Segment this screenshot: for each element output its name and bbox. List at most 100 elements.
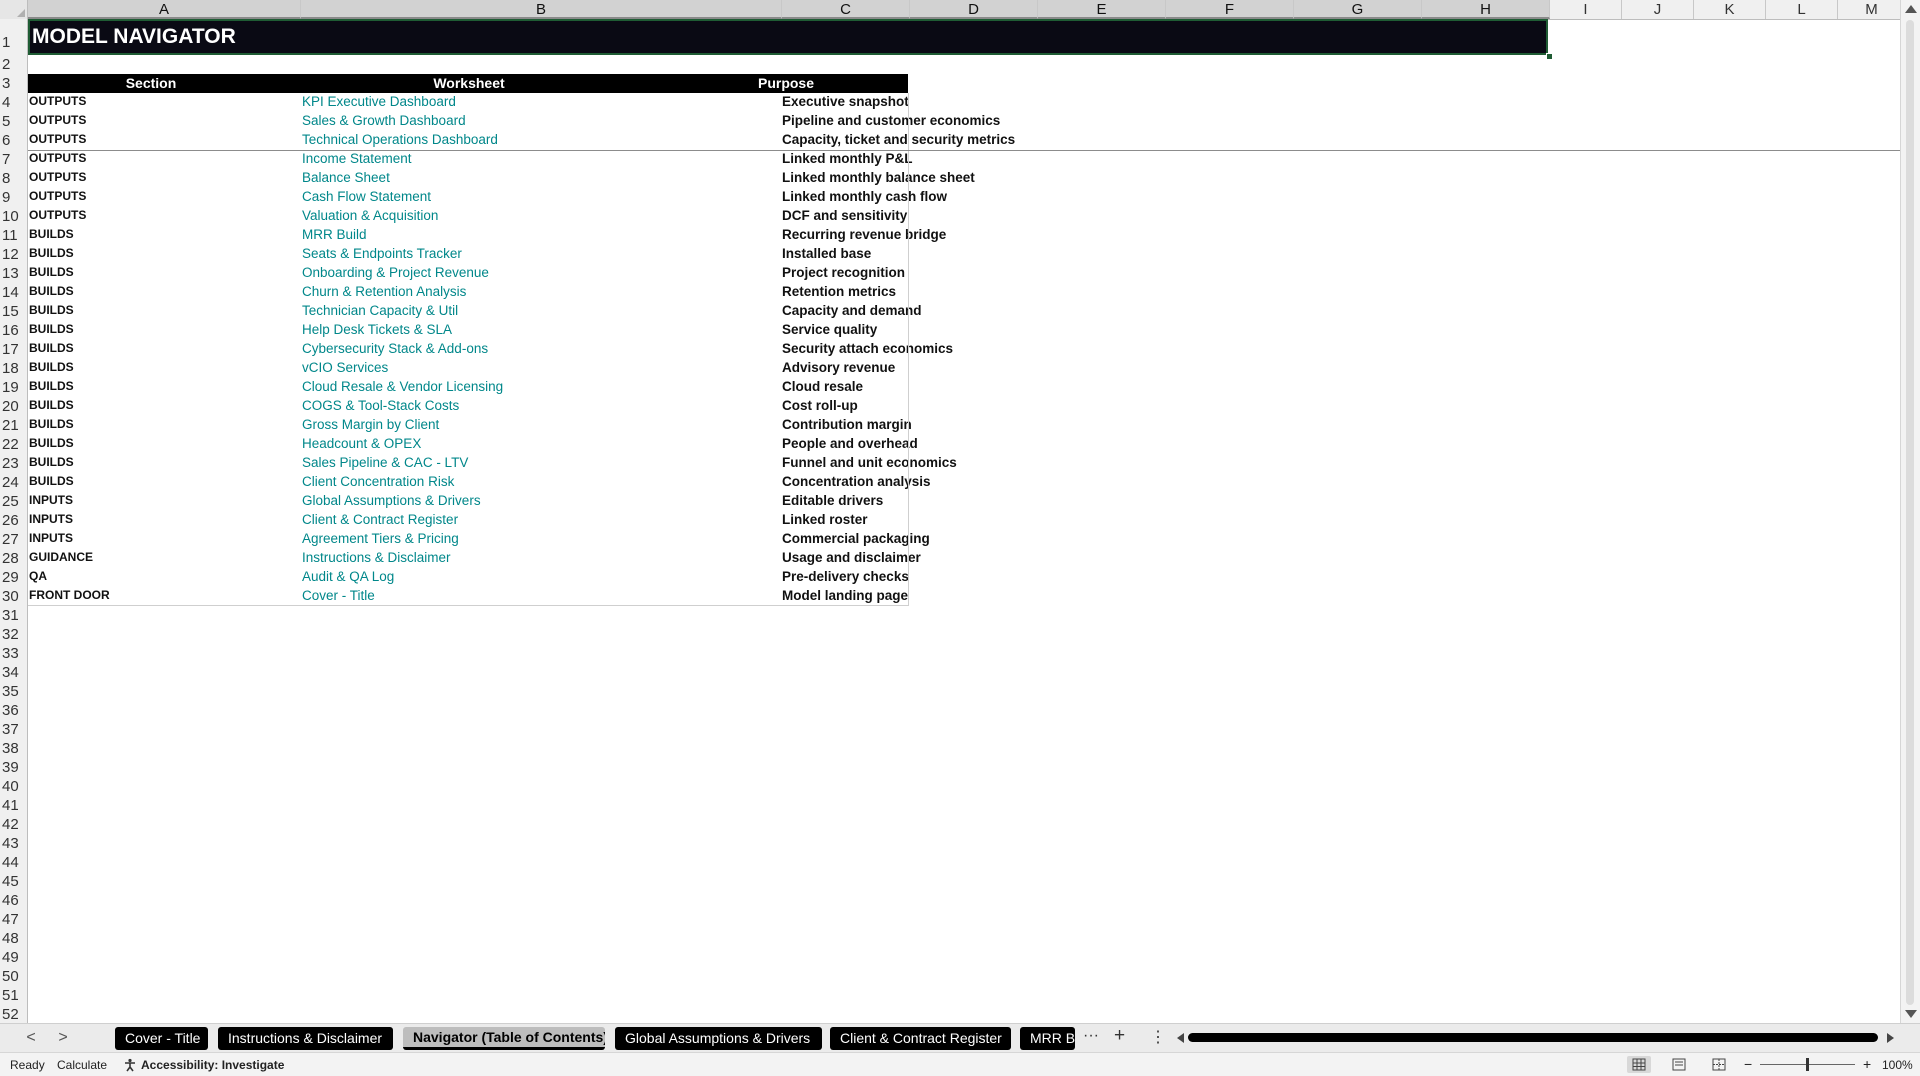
row-header-31[interactable]: 31	[0, 606, 27, 625]
row-header-12[interactable]: 12	[0, 245, 27, 264]
row-header-49[interactable]: 49	[0, 948, 27, 967]
worksheet-grid[interactable]: MODEL NAVIGATOR Section Worksheet Purpos…	[28, 19, 1900, 1023]
normal-view-icon[interactable]	[1627, 1056, 1651, 1073]
column-header-h[interactable]: H	[1422, 0, 1550, 19]
page-title[interactable]: MODEL NAVIGATOR	[28, 19, 1548, 55]
row-header-37[interactable]: 37	[0, 720, 27, 739]
vertical-scroll-thumb[interactable]	[1906, 20, 1914, 1005]
scroll-down-icon[interactable]	[1905, 1010, 1917, 1018]
worksheet-link[interactable]: Sales Pipeline & CAC - LTV	[302, 454, 468, 473]
worksheet-link[interactable]: Cloud Resale & Vendor Licensing	[302, 378, 503, 397]
row-header-2[interactable]: 2	[0, 55, 27, 74]
column-header-g[interactable]: G	[1294, 0, 1422, 19]
sheet-tab-client-register[interactable]: Client & Contract Register	[830, 1027, 1011, 1050]
row-header-22[interactable]: 22	[0, 435, 27, 454]
vertical-scrollbar[interactable]	[1900, 0, 1920, 1023]
sheet-tab-mrr-build[interactable]: MRR Bu	[1020, 1027, 1075, 1050]
worksheet-link[interactable]: Valuation & Acquisition	[302, 207, 438, 226]
worksheet-link[interactable]: Client Concentration Risk	[302, 473, 454, 492]
row-header-9[interactable]: 9	[0, 188, 27, 207]
worksheet-link[interactable]: Headcount & OPEX	[302, 435, 421, 454]
zoom-slider-thumb[interactable]	[1806, 1058, 1809, 1071]
sheet-tab-navigator[interactable]: Navigator (Table of Contents)	[403, 1027, 605, 1050]
worksheet-link[interactable]: Cybersecurity Stack & Add-ons	[302, 340, 488, 359]
row-header-35[interactable]: 35	[0, 682, 27, 701]
column-header-f[interactable]: F	[1166, 0, 1294, 19]
worksheet-link[interactable]: Churn & Retention Analysis	[302, 283, 466, 302]
row-header-41[interactable]: 41	[0, 796, 27, 815]
row-header-17[interactable]: 17	[0, 340, 27, 359]
worksheet-link[interactable]: Audit & QA Log	[302, 568, 394, 587]
row-header-26[interactable]: 26	[0, 511, 27, 530]
scroll-left-icon[interactable]	[1177, 1033, 1184, 1043]
row-header-11[interactable]: 11	[0, 226, 27, 245]
more-tabs-icon[interactable]: ···	[1083, 1027, 1099, 1045]
column-header-a[interactable]: A	[28, 0, 301, 19]
add-sheet-icon[interactable]: +	[1114, 1025, 1125, 1047]
row-header-43[interactable]: 43	[0, 834, 27, 853]
worksheet-link[interactable]: Client & Contract Register	[302, 511, 458, 530]
row-header-3[interactable]: 3	[0, 74, 27, 93]
worksheet-link[interactable]: Gross Margin by Client	[302, 416, 439, 435]
zoom-in-button[interactable]: +	[1863, 1056, 1871, 1072]
row-header-18[interactable]: 18	[0, 359, 27, 378]
select-all-corner[interactable]	[0, 0, 28, 19]
row-header-38[interactable]: 38	[0, 739, 27, 758]
horizontal-scroll-thumb[interactable]	[1188, 1033, 1878, 1042]
row-header-24[interactable]: 24	[0, 473, 27, 492]
zoom-level[interactable]: 100%	[1882, 1058, 1913, 1072]
sheet-tab-global-assumptions[interactable]: Global Assumptions & Drivers	[615, 1027, 822, 1050]
worksheet-link[interactable]: Technical Operations Dashboard	[302, 131, 498, 150]
row-header-33[interactable]: 33	[0, 644, 27, 663]
column-header-b[interactable]: B	[301, 0, 782, 19]
zoom-out-button[interactable]: −	[1744, 1056, 1752, 1072]
row-header-27[interactable]: 27	[0, 530, 27, 549]
worksheet-link[interactable]: Cover - Title	[302, 587, 375, 606]
row-header-47[interactable]: 47	[0, 910, 27, 929]
row-header-10[interactable]: 10	[0, 207, 27, 226]
scroll-up-icon[interactable]	[1905, 5, 1917, 13]
row-header-19[interactable]: 19	[0, 378, 27, 397]
calculate-button[interactable]: Calculate	[57, 1058, 107, 1072]
worksheet-link[interactable]: Sales & Growth Dashboard	[302, 112, 466, 131]
row-header-25[interactable]: 25	[0, 492, 27, 511]
accessibility-status[interactable]: Accessibility: Investigate	[141, 1058, 284, 1072]
tab-next-icon[interactable]: >	[54, 1028, 72, 1048]
row-header-44[interactable]: 44	[0, 853, 27, 872]
worksheet-link[interactable]: Technician Capacity & Util	[302, 302, 458, 321]
tab-prev-icon[interactable]: <	[22, 1028, 40, 1048]
row-header-7[interactable]: 7	[0, 150, 27, 169]
row-header-1[interactable]: 1	[0, 19, 27, 55]
worksheet-link[interactable]: Cash Flow Statement	[302, 188, 431, 207]
row-header-8[interactable]: 8	[0, 169, 27, 188]
row-header-50[interactable]: 50	[0, 967, 27, 986]
sheet-options-icon[interactable]: ⋮	[1150, 1027, 1166, 1047]
column-header-l[interactable]: L	[1766, 0, 1838, 19]
worksheet-link[interactable]: COGS & Tool-Stack Costs	[302, 397, 459, 416]
row-header-13[interactable]: 13	[0, 264, 27, 283]
row-header-45[interactable]: 45	[0, 872, 27, 891]
scroll-right-icon[interactable]	[1887, 1033, 1894, 1043]
row-header-32[interactable]: 32	[0, 625, 27, 644]
page-break-view-icon[interactable]	[1707, 1056, 1731, 1073]
row-header-48[interactable]: 48	[0, 929, 27, 948]
row-header-36[interactable]: 36	[0, 701, 27, 720]
page-layout-view-icon[interactable]	[1667, 1056, 1691, 1073]
row-header-42[interactable]: 42	[0, 815, 27, 834]
row-header-30[interactable]: 30	[0, 587, 27, 606]
worksheet-link[interactable]: Seats & Endpoints Tracker	[302, 245, 462, 264]
worksheet-link[interactable]: MRR Build	[302, 226, 367, 245]
sheet-tab-cover-title[interactable]: Cover - Title	[115, 1027, 208, 1050]
worksheet-link[interactable]: Onboarding & Project Revenue	[302, 264, 489, 283]
worksheet-link[interactable]: Global Assumptions & Drivers	[302, 492, 481, 511]
row-header-16[interactable]: 16	[0, 321, 27, 340]
row-header-52[interactable]: 52	[0, 1005, 27, 1023]
column-header-j[interactable]: J	[1622, 0, 1694, 19]
worksheet-link[interactable]: Balance Sheet	[302, 169, 390, 188]
row-header-51[interactable]: 51	[0, 986, 27, 1005]
column-header-i[interactable]: I	[1550, 0, 1622, 19]
row-header-6[interactable]: 6	[0, 131, 27, 150]
column-header-c[interactable]: C	[782, 0, 910, 19]
row-header-20[interactable]: 20	[0, 397, 27, 416]
worksheet-link[interactable]: vCIO Services	[302, 359, 388, 378]
